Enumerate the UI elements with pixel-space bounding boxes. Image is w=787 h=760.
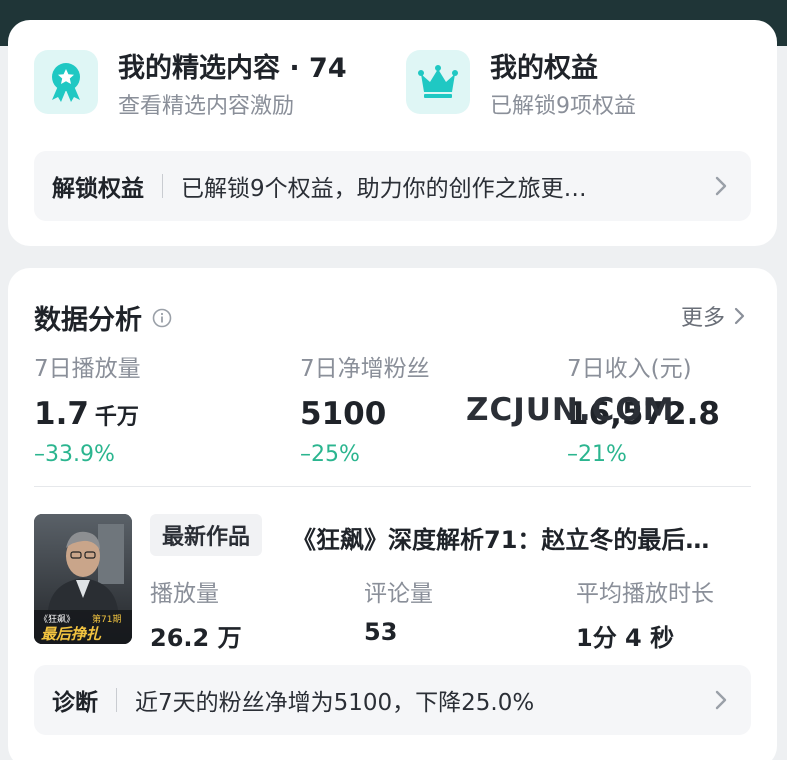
metric-label: 7日播放量 — [34, 356, 141, 382]
stat-label: 播放量 — [150, 581, 219, 607]
stat-plays: 播放量 26.2 万 — [150, 574, 242, 653]
more-link[interactable]: 更多 — [681, 300, 747, 332]
overlay-watermark-text: ZCJUN.COM — [466, 392, 675, 428]
analytics-card: 数据分析 更多 7日播放量 1.7 千万 –33.9% 7日净增粉丝 5100 –… — [8, 268, 777, 760]
unlock-rights-text: 已解锁9个权益，助力你的创作之旅更… — [181, 176, 587, 202]
chevron-right-icon — [734, 307, 745, 325]
my-rights-title: 我的权益 — [490, 53, 598, 84]
thumbnail-show-badge: 《狂飙》 — [39, 613, 75, 625]
metric-change: –21% — [567, 442, 627, 467]
stat-label: 平均播放时长 — [576, 581, 714, 607]
stat-comments: 评论量 53 — [364, 574, 433, 646]
latest-work-title[interactable]: 《狂飙》深度解析71：赵立冬的最后… — [292, 520, 752, 555]
latest-work-tag: 最新作品 — [150, 514, 263, 556]
stat-value: 53 — [364, 618, 398, 646]
award-ribbon-icon — [34, 50, 98, 114]
divider — [116, 688, 117, 712]
my-rights-entry[interactable]: 我的权益 已解锁9项权益 — [406, 50, 636, 122]
diagnosis-label: 诊断 — [52, 690, 98, 716]
metric-plays[interactable]: 7日播放量 1.7 千万 –33.9% — [34, 354, 141, 467]
crown-icon — [406, 50, 470, 114]
benefits-card: 我的精选内容 · 74 查看精选内容激励 我的权益 已解锁9项权益 解锁权益 已… — [8, 20, 777, 246]
unlock-rights-label: 解锁权益 — [52, 176, 144, 202]
metric-change: –25% — [300, 442, 360, 467]
latest-work-thumbnail[interactable]: 《狂飙》 第71期 最后挣扎 — [34, 514, 132, 644]
featured-content-entry[interactable]: 我的精选内容 · 74 查看精选内容激励 — [34, 50, 347, 122]
chevron-right-icon — [715, 176, 727, 196]
divider — [162, 174, 163, 198]
featured-content-subtitle: 查看精选内容激励 — [118, 94, 295, 119]
chevron-right-icon — [715, 690, 727, 710]
metric-value: 5100 — [300, 396, 387, 432]
metric-change: –33.9% — [34, 442, 115, 467]
more-label: 更多 — [680, 306, 725, 331]
stat-label: 评论量 — [364, 581, 433, 607]
metric-unit: 千万 — [94, 405, 139, 430]
thumbnail-episode-badge: 第71期 — [92, 613, 121, 625]
unlock-rights-bar[interactable]: 解锁权益 已解锁9个权益，助力你的创作之旅更… — [34, 151, 751, 221]
metric-label: 7日净增粉丝 — [300, 356, 430, 382]
analytics-header: 数据分析 — [34, 298, 172, 337]
diagnosis-bar[interactable]: 诊断 近7天的粉丝净增为5100，下降25.0% — [34, 665, 751, 735]
analytics-title: 数据分析 — [34, 305, 142, 336]
stat-value: 1分 4 秒 — [576, 624, 675, 652]
metric-value: 1.7 — [34, 396, 89, 432]
metric-label: 7日收入(元) — [567, 356, 692, 382]
diagnosis-text: 近7天的粉丝净增为5100，下降25.0% — [135, 690, 535, 716]
featured-content-title: 我的精选内容 · 74 — [118, 53, 347, 84]
stat-avg-duration: 平均播放时长 1分 4 秒 — [576, 574, 714, 653]
thumbnail-caption: 最后挣扎 — [41, 625, 102, 643]
divider — [34, 486, 751, 487]
metric-fans[interactable]: 7日净增粉丝 5100 –25% — [300, 354, 430, 467]
my-rights-subtitle: 已解锁9项权益 — [490, 94, 636, 119]
stat-value: 26.2 万 — [150, 624, 242, 652]
info-icon[interactable] — [152, 308, 172, 328]
